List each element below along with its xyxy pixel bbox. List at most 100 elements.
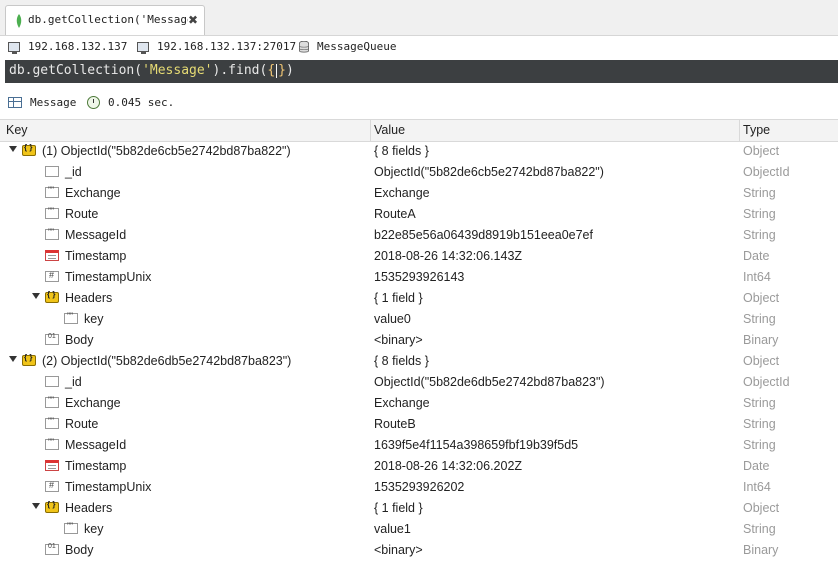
grid-header: Key Value Type xyxy=(0,119,838,142)
row-type: Int64 xyxy=(743,480,771,494)
database-icon xyxy=(299,40,309,53)
document-icon xyxy=(22,143,36,156)
host-label: 192.168.132.137 xyxy=(28,40,128,53)
expand-arrow-icon[interactable] xyxy=(9,356,17,362)
query-close-brace: } xyxy=(278,63,286,78)
row-key: Exchange xyxy=(65,396,121,410)
row-key: _id xyxy=(65,165,82,179)
column-header-key[interactable]: Key xyxy=(6,123,28,137)
row-key: Exchange xyxy=(65,186,121,200)
table-row[interactable]: TimestampUnix 1535293926143 Int64 xyxy=(0,267,838,288)
row-type: Object xyxy=(743,354,780,368)
string-icon xyxy=(45,206,59,219)
column-header-type[interactable]: Type xyxy=(743,123,770,137)
table-row[interactable]: key value0 String xyxy=(0,309,838,330)
server-item[interactable]: 192.168.132.137:27017 xyxy=(137,40,297,54)
expand-arrow-icon[interactable] xyxy=(32,503,40,509)
row-key: Timestamp xyxy=(65,459,127,473)
row-type: Int64 xyxy=(743,270,771,284)
database-label: MessageQueue xyxy=(317,40,397,53)
row-value: { 8 fields } xyxy=(374,144,429,158)
query-prefix: db.getCollection( xyxy=(9,63,143,78)
query-editor[interactable]: db.getCollection('Message').find({}) xyxy=(5,60,838,83)
table-row[interactable]: TimestampUnix 1535293926202 Int64 xyxy=(0,477,838,498)
row-key: Body xyxy=(65,333,94,347)
row-value: 1535293926202 xyxy=(374,480,465,494)
row-value: 1639f5e4f1154a398659fbf19b39f5d5 xyxy=(374,438,579,452)
table-row[interactable]: Exchange Exchange String xyxy=(0,183,838,204)
row-key: Route xyxy=(65,417,99,431)
mongodb-leaf-icon xyxy=(16,14,22,28)
column-divider[interactable] xyxy=(370,120,371,141)
row-type: String xyxy=(743,186,776,200)
query-tab[interactable]: db.getCollection('Message… ✖ xyxy=(5,5,205,35)
table-row[interactable]: Headers { 1 field } Object xyxy=(0,288,838,309)
host-item[interactable]: 192.168.132.137 xyxy=(8,40,128,54)
database-item[interactable]: MessageQueue xyxy=(299,40,396,53)
close-icon[interactable]: ✖ xyxy=(188,13,198,27)
row-key: key xyxy=(84,312,104,326)
table-row[interactable]: _id ObjectId("5b82de6cb5e2742bd87ba822") O… xyxy=(0,162,838,183)
table-row[interactable]: (2) ObjectId("5b82de6db5e2742bd87ba823")… xyxy=(0,351,838,372)
query-suffix: ) xyxy=(285,63,294,78)
row-type: String xyxy=(743,396,776,410)
table-row[interactable]: Timestamp 2018-08-26 14:32:06.143Z Date xyxy=(0,246,838,267)
expand-arrow-icon[interactable] xyxy=(32,293,40,299)
row-value: { 8 fields } xyxy=(374,354,429,368)
row-value: 1535293926143 xyxy=(374,270,465,284)
row-value: ObjectId("5b82de6db5e2742bd87ba823") xyxy=(374,375,605,389)
table-row[interactable]: Exchange Exchange String xyxy=(0,393,838,414)
row-value: value0 xyxy=(374,312,411,326)
row-type: String xyxy=(743,417,776,431)
tab-bar: db.getCollection('Message… ✖ xyxy=(0,0,838,36)
row-key: _id xyxy=(65,375,82,389)
server-icon xyxy=(137,41,149,54)
table-row[interactable]: MessageId b22e85e56a06439d8919b151eea0e7e… xyxy=(0,225,838,246)
row-value: <binary> xyxy=(374,333,423,347)
row-type: ObjectId xyxy=(743,375,790,389)
objectid-icon xyxy=(45,166,59,177)
row-key: TimestampUnix xyxy=(65,480,152,494)
row-type: Object xyxy=(743,144,780,158)
table-view-icon xyxy=(8,97,22,108)
row-value: <binary> xyxy=(374,543,423,557)
results-collection: Message xyxy=(30,96,77,109)
row-type: String xyxy=(743,207,776,221)
table-row[interactable]: (1) ObjectId("5b82de6cb5e2742bd87ba822")… xyxy=(0,141,838,162)
objectid-icon xyxy=(45,376,59,387)
tab-title: db.getCollection('Message… xyxy=(28,13,188,26)
row-type: Binary xyxy=(743,333,779,347)
table-row[interactable]: key value1 String xyxy=(0,519,838,540)
row-type: Date xyxy=(743,459,770,473)
row-value: ObjectId("5b82de6cb5e2742bd87ba822") xyxy=(374,165,604,179)
table-row[interactable]: Route RouteA String xyxy=(0,204,838,225)
row-value: b22e85e56a06439d8919b151eea0e7ef xyxy=(374,228,593,242)
string-icon xyxy=(45,437,59,450)
table-row[interactable]: Body <binary> Binary xyxy=(0,330,838,351)
table-row[interactable]: MessageId 1639f5e4f1154a398659fbf19b39f5d… xyxy=(0,435,838,456)
table-row[interactable]: Body <binary> Binary xyxy=(0,540,838,561)
table-row[interactable]: _id ObjectId("5b82de6db5e2742bd87ba823") O… xyxy=(0,372,838,393)
row-type: Object xyxy=(743,291,780,305)
string-icon xyxy=(64,311,78,324)
row-key: (2) ObjectId("5b82de6db5e2742bd87ba823") xyxy=(42,354,292,368)
row-value: 2018-08-26 14:32:06.202Z xyxy=(374,459,523,473)
expand-arrow-icon[interactable] xyxy=(9,146,17,152)
string-icon xyxy=(64,521,78,534)
server-label: 192.168.132.137:27017 xyxy=(157,40,297,53)
table-row[interactable]: Route RouteB String xyxy=(0,414,838,435)
computer-icon xyxy=(8,41,20,54)
string-icon xyxy=(45,185,59,198)
table-row[interactable]: Headers { 1 field } Object xyxy=(0,498,838,519)
results-toolbar: Message 0.045 sec. xyxy=(0,92,838,114)
column-header-value[interactable]: Value xyxy=(374,123,405,137)
collection-item[interactable]: Message xyxy=(8,96,76,109)
clock-icon xyxy=(87,96,100,109)
query-open-brace: { xyxy=(267,63,276,78)
table-row[interactable]: Timestamp 2018-08-26 14:32:06.202Z Date xyxy=(0,456,838,477)
time-item: 0.045 sec. xyxy=(87,96,174,109)
string-icon xyxy=(45,227,59,240)
row-value: { 1 field } xyxy=(374,291,423,305)
row-value: RouteB xyxy=(374,417,416,431)
column-divider[interactable] xyxy=(739,120,740,141)
